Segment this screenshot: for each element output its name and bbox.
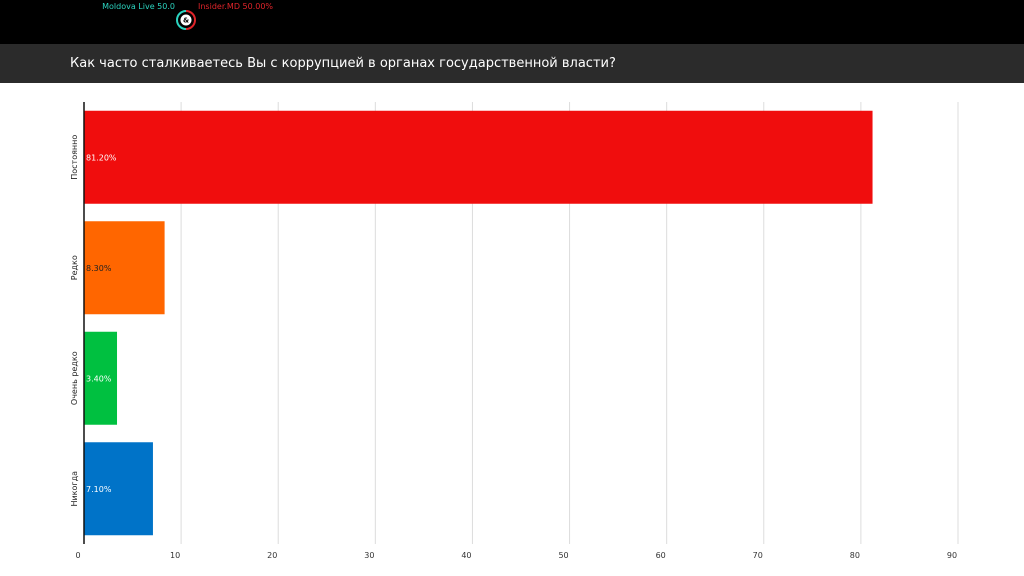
top-bar: Moldova Live 50.0 & Insider.MD 50.00% (0, 0, 1024, 44)
x-tick-label: 50 (558, 551, 568, 560)
x-tick-label: 0 (75, 551, 80, 560)
x-tick-label: 30 (364, 551, 374, 560)
source-left-label: Moldova Live 50.0 (102, 2, 175, 11)
data-label: 7.10% (86, 485, 112, 494)
bar-chart: 0 10 20 30 40 50 60 70 80 90 81.20% Постоянно 8.30% Р… (70, 102, 959, 560)
source-right-label: Insider.MD 50.00% (198, 2, 274, 11)
data-label: 3.40% (86, 374, 112, 383)
split-logo-icon: & (176, 10, 196, 30)
data-label: 81.20% (86, 153, 117, 162)
x-tick-label: 20 (267, 551, 277, 560)
category-label: Очень редко (70, 351, 79, 405)
chart-title: Как часто сталкиваетесь Вы с коррупцией … (70, 56, 616, 71)
x-tick-label: 10 (170, 551, 180, 560)
x-tick-label: 90 (947, 551, 957, 560)
svg-text:&: & (183, 17, 189, 25)
data-label: 8.30% (86, 264, 112, 273)
category-label: Редко (70, 255, 79, 280)
category-label: Никогда (70, 471, 79, 507)
x-tick-label: 80 (850, 551, 860, 560)
title-bar: Как часто сталкиваетесь Вы с коррупцией … (0, 44, 1024, 83)
category-label: Постоянно (70, 135, 79, 180)
x-tick-label: 60 (656, 551, 666, 560)
x-tick-label: 40 (461, 551, 471, 560)
x-tick-label: 70 (753, 551, 763, 560)
bar (84, 110, 873, 204)
